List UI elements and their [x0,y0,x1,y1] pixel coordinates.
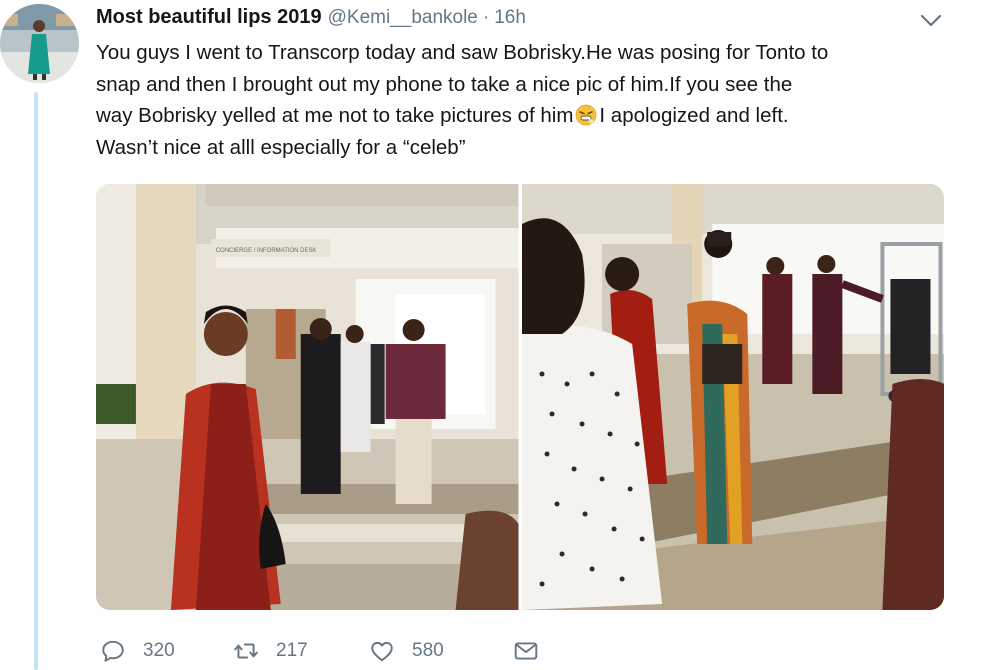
concierge-sign-text: CONCIERGE / INFORMATION DESK [216,248,317,254]
tweet-line: way Bobrisky yelled at me not to take pi… [96,100,976,132]
timestamp[interactable]: 16h [494,7,526,29]
tweet-line: snap and then I brought out my phone to … [96,72,793,96]
tweet-line: You guys I went to Transcorp today and s… [96,41,829,64]
like-count: 580 [412,640,444,661]
retweet-button[interactable]: 217 [233,634,369,668]
retweet-icon [234,643,258,659]
avatar[interactable] [0,4,79,83]
tweet-line-text: I apologized and left. [599,104,789,127]
like-button[interactable]: 580 [369,634,513,668]
tweet-actions: 320 217 580 [100,634,539,668]
photo-right[interactable] [521,184,944,610]
user-handle[interactable]: @Kemi__bankole [328,7,478,29]
tweet-text: You guys I went to Transcorp today and s… [96,37,976,163]
like-icon [371,641,393,662]
display-name[interactable]: Most beautiful lips 2019 [96,6,322,29]
reply-icon [102,640,124,662]
chevron-down-icon[interactable] [918,10,944,30]
grimacing-sneeze-face-emoji [575,104,597,126]
tweet-line: Wasn’t nice at alll especially for a “ce… [96,135,466,159]
tweet-header: Most beautiful lips 2019 @Kemi__bankole … [96,6,526,32]
reply-count: 320 [143,640,175,661]
tweet-media[interactable]: CONCIERGE / INFORMATION DESK [96,184,944,610]
avatar-image [0,4,79,83]
direct-message-button[interactable] [513,634,539,668]
retweet-count: 217 [276,640,308,661]
lobby-photo-right [521,184,944,610]
direct-message-icon [514,642,538,660]
lobby-photo-left: CONCIERGE / INFORMATION DESK [96,184,519,610]
reply-button[interactable]: 320 [100,634,233,668]
photo-left[interactable]: CONCIERGE / INFORMATION DESK [96,184,519,610]
tweet-line-text: way Bobrisky yelled at me not to take pi… [96,104,574,127]
separator-dot: · [482,7,490,28]
thread-line [34,92,38,670]
